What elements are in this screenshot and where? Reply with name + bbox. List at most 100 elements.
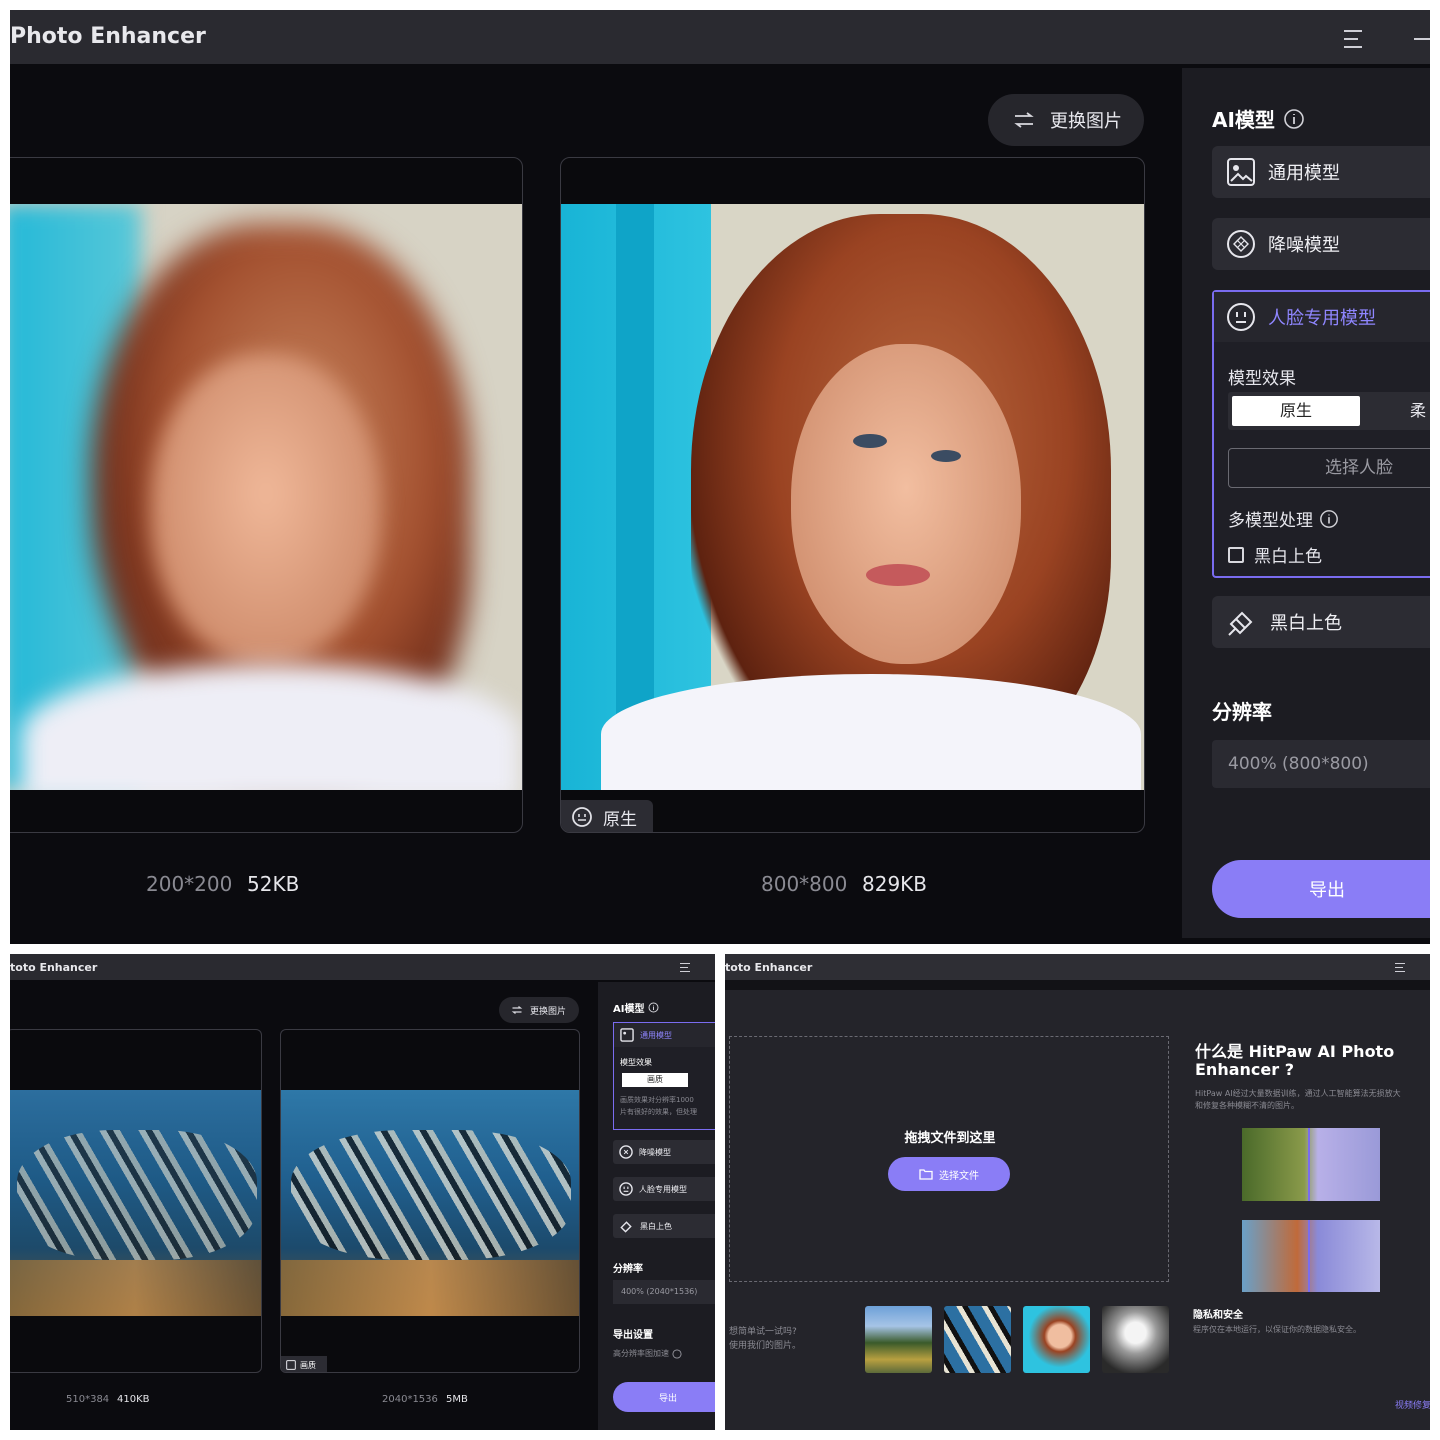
enhanced-dimensions: 2040*1536 [382, 1394, 438, 1405]
about-title-1: 什么是 HitPaw AI Photo [1195, 1042, 1395, 1061]
image-icon [286, 1360, 296, 1370]
replace-image-button[interactable]: 更换图片 [499, 997, 579, 1023]
app-title: toto Enhancer [10, 961, 98, 974]
denoise-icon [1227, 230, 1255, 258]
original-filesize: 410KB [117, 1394, 150, 1405]
bw-colorize-checkbox[interactable]: 黑白上色 [1228, 542, 1322, 567]
drop-zone[interactable]: 拖拽文件到这里 选择文件 [729, 1036, 1169, 1282]
denoise-icon [619, 1145, 633, 1159]
drop-label: 拖拽文件到这里 [904, 1131, 996, 1146]
privacy-title: 隐私和安全 [1193, 1310, 1243, 1321]
effect-option-soft[interactable]: 柔 [1410, 396, 1426, 426]
original-dimensions: 510*384 [66, 1394, 110, 1405]
model-colorize-button[interactable]: 黑白上色 [1212, 596, 1430, 648]
enhanced-image-frame: 画质 [280, 1029, 580, 1373]
enhanced-image-frame: 原生 [560, 157, 1145, 833]
info-icon[interactable] [648, 1002, 659, 1013]
folder-icon [919, 1169, 933, 1180]
effect-note-1: 画质效果对分辨率1000 [620, 1096, 694, 1104]
original-image [10, 1090, 261, 1316]
model-face-button[interactable]: 人脸专用模型 [613, 1177, 715, 1201]
model-denoise-button[interactable]: 降噪模型 [1212, 218, 1430, 270]
bottom-right-window: toto Enhancer 拖拽文件到这里 选择文件 想简单试一试吗? 使用我们… [725, 954, 1430, 1430]
info-icon[interactable] [672, 1348, 682, 1359]
face-icon [572, 807, 592, 827]
minimize-icon[interactable] [1414, 38, 1430, 40]
resolution-heading: 分辨率 [1212, 700, 1272, 724]
ai-model-heading: AI模型 [613, 1000, 659, 1015]
export-button[interactable]: 导出 [1212, 860, 1430, 918]
sample-portrait[interactable] [1023, 1306, 1090, 1373]
select-face-button[interactable]: 选择人脸 [1228, 448, 1430, 488]
header-strip [725, 980, 1430, 990]
info-icon[interactable] [1319, 509, 1339, 529]
export-settings-heading: 导出设置 [613, 1330, 653, 1341]
resolution-select[interactable]: 400% (800*800) [1212, 740, 1430, 788]
title-bar: Photo Enhancer [10, 10, 1430, 64]
about-desc-2: 和修复各种模糊不清的图片。 [1195, 1101, 1299, 1110]
bottom-left-window: toto Enhancer 更换图片 画质 510*384 410KB 2040… [10, 954, 715, 1430]
enhanced-filesize: 829KB [862, 872, 928, 896]
about-desc-1: HitPaw AI经过大量数据训练，通过人工智能算法无损放大 [1195, 1089, 1401, 1098]
face-model-card: 人脸专用模型 模型效果 原生 柔 选择人脸 多模型处理 黑白上色 [1212, 290, 1430, 578]
effect-label: 模型效果 [1228, 369, 1296, 389]
menu-icon[interactable] [1395, 963, 1405, 972]
swap-icon [1014, 112, 1034, 128]
export-button[interactable]: 导出 [613, 1382, 715, 1412]
settings-sidebar: AI模型 通用模型 模型效果 画质 画质效果对分辨率1000 片有很好的效果，但… [598, 982, 715, 1430]
model-colorize-button[interactable]: 黑白上色 [613, 1214, 715, 1238]
mode-badge-label: 原生 [603, 809, 637, 830]
choose-file-button[interactable]: 选择文件 [888, 1157, 1010, 1191]
menu-icon[interactable] [1344, 30, 1364, 48]
resolution-heading: 分辨率 [613, 1264, 643, 1275]
original-image-frame [10, 157, 523, 833]
info-icon[interactable] [1283, 108, 1305, 130]
checkbox-icon [1228, 546, 1244, 563]
colorize-icon [1228, 611, 1253, 636]
enhanced-image [281, 1090, 579, 1316]
enhanced-image [561, 204, 1144, 790]
sample-flower-bw[interactable] [1102, 1306, 1169, 1373]
model-general-button[interactable]: 通用模型 [1212, 146, 1430, 198]
privacy-desc: 程序仅在本地运行，以保证你的数据隐私安全。 [1193, 1325, 1361, 1334]
effect-label: 模型效果 [620, 1058, 652, 1067]
original-filesize: 52KB [247, 872, 300, 896]
ai-model-heading: AI模型 [1212, 104, 1305, 133]
video-repair-link[interactable]: 视频修复 [1395, 1398, 1430, 1411]
demo-woman [1242, 1220, 1380, 1292]
replace-image-label: 更换图片 [1050, 111, 1122, 132]
demo-dogs [1242, 1128, 1380, 1201]
effect-note-2: 片有很好的效果，但处理 [620, 1108, 697, 1116]
sample-landscape[interactable] [865, 1306, 932, 1373]
model-general-button[interactable]: 通用模型 [614, 1023, 715, 1047]
try-text-2: 使用我们的图片。 [729, 1341, 802, 1351]
effect-toggle: 原生 柔 [1228, 392, 1430, 430]
face-icon [619, 1182, 633, 1196]
swap-icon [511, 1006, 523, 1014]
colorize-icon [620, 1220, 632, 1233]
image-icon [620, 1028, 634, 1042]
menu-icon[interactable] [680, 963, 690, 972]
top-window: Photo Enhancer 更换图片 原生 200*200 52KB 800*… [10, 10, 1430, 944]
title-bar: toto Enhancer [10, 954, 715, 980]
about-title-2: Enhancer ? [1195, 1060, 1294, 1079]
settings-sidebar: AI模型 通用模型 降噪模型 人脸专用模型 模型效果 原生 柔 选择人脸 多模型… [1182, 68, 1430, 938]
effect-option-native[interactable]: 原生 [1232, 396, 1360, 426]
enhanced-filesize: 5MB [446, 1394, 468, 1405]
model-denoise-button[interactable]: 降噪模型 [613, 1140, 715, 1164]
face-icon [1227, 303, 1255, 331]
effect-option-quality[interactable]: 画质 [622, 1073, 688, 1087]
original-dimensions: 200*200 [146, 872, 233, 896]
replace-image-button[interactable]: 更换图片 [988, 94, 1144, 146]
model-face-button[interactable]: 人脸专用模型 [1214, 292, 1430, 342]
accelerate-toggle[interactable]: 高分辨率图加速 [613, 1348, 682, 1359]
app-title: Photo Enhancer [10, 24, 206, 49]
multi-model-heading: 多模型处理 [1228, 506, 1339, 531]
sample-fish[interactable] [944, 1306, 1011, 1373]
enhanced-dimensions: 800*800 [761, 872, 848, 896]
image-icon [1227, 158, 1255, 186]
original-image [10, 204, 522, 790]
title-bar: toto Enhancer [725, 954, 1430, 980]
resolution-select[interactable]: 400% (2040*1536) [613, 1280, 715, 1304]
mode-badge: 画质 [281, 1356, 327, 1372]
